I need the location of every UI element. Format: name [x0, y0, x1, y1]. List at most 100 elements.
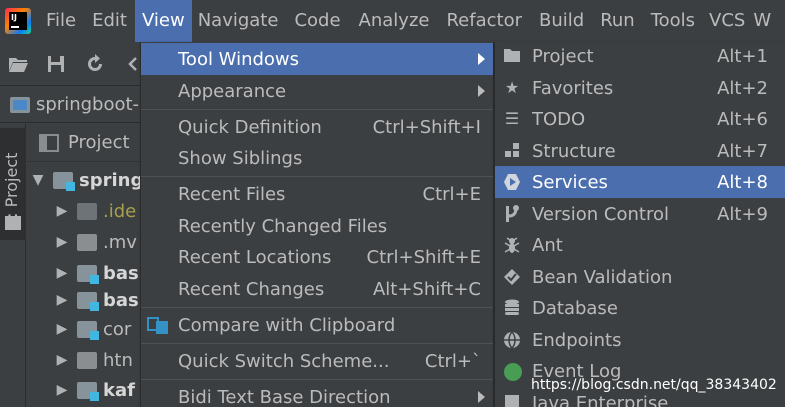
- chevron-down-icon[interactable]: ▼: [31, 172, 45, 188]
- chevron-right-icon[interactable]: ▶: [55, 234, 69, 250]
- folder-icon[interactable]: [5, 216, 21, 230]
- menu-separator: [141, 379, 493, 380]
- tool-window-version-control[interactable]: Version Control Alt+9: [495, 198, 785, 230]
- folder-icon: [77, 233, 97, 251]
- tool-window-label: Ant: [532, 234, 563, 256]
- tree-row[interactable]: ▼ spring: [31, 164, 140, 196]
- tool-window-ant[interactable]: Ant: [495, 229, 785, 261]
- chevron-right-icon[interactable]: ▶: [55, 321, 69, 337]
- chevron-right-icon[interactable]: ▶: [55, 292, 69, 308]
- tree-row[interactable]: ▶ .mv: [55, 226, 137, 258]
- star-icon: ★: [504, 78, 520, 97]
- database-icon: [503, 299, 521, 317]
- tool-window-project[interactable]: Project Alt+1: [495, 42, 785, 72]
- menu-item-shortcut: Ctrl+E: [422, 183, 481, 205]
- list-icon: ☰: [504, 109, 520, 128]
- tool-window-label: TODO: [532, 108, 586, 130]
- menu-run[interactable]: Run: [592, 0, 643, 42]
- tool-window-shortcut: Alt+2: [717, 77, 768, 99]
- tool-window-label: Database: [532, 297, 618, 319]
- folder-icon: [77, 351, 97, 369]
- tree-row[interactable]: ▶ htn: [55, 344, 133, 376]
- menu-item-shortcut: Alt+Shift+C: [372, 278, 481, 300]
- menu-file[interactable]: File: [46, 0, 84, 42]
- breadcrumb-project[interactable]: springboot-: [36, 94, 139, 115]
- menu-navigate[interactable]: Navigate: [192, 0, 285, 42]
- menu-analyze[interactable]: Analyze: [351, 0, 438, 42]
- tree-label: bas: [103, 289, 139, 311]
- menu-code[interactable]: Code: [284, 0, 350, 42]
- tool-window-label: Endpoints: [532, 329, 622, 351]
- compare-icon: [147, 315, 169, 335]
- menu-separator: [141, 176, 493, 177]
- menu-item-label: Tool Windows: [178, 48, 300, 70]
- menu-view[interactable]: View: [134, 0, 192, 42]
- menu-item-label: Appearance: [178, 80, 287, 102]
- menu-vcs[interactable]: VCS: [703, 0, 751, 42]
- tree-label: .ide: [103, 200, 137, 222]
- tool-window-structure[interactable]: Structure Alt+7: [495, 135, 785, 167]
- module-folder-icon: [77, 320, 99, 340]
- menu-item-label: Compare with Clipboard: [178, 314, 396, 336]
- module-folder-icon: [10, 96, 30, 113]
- menu-item-bidi-text-base-direction[interactable]: Bidi Text Base Direction: [141, 381, 493, 407]
- intellij-logo-icon: [5, 8, 31, 34]
- menu-item-recently-changed-files[interactable]: Recently Changed Files: [141, 210, 493, 242]
- menu-item-compare-with-clipboard[interactable]: Compare with Clipboard: [141, 309, 493, 341]
- menu-item-quick-switch-scheme[interactable]: Quick Switch Scheme... Ctrl+`: [141, 345, 493, 377]
- tool-window-bean-validation[interactable]: Bean Validation: [495, 261, 785, 293]
- tool-window-label: Favorites: [532, 77, 614, 99]
- navigation-bar: springboot-: [0, 87, 140, 123]
- menu-item-label: Quick Switch Scheme...: [178, 350, 390, 372]
- chevron-right-icon[interactable]: ▶: [55, 203, 69, 219]
- menu-item-appearance[interactable]: Appearance: [141, 75, 493, 107]
- menu-item-quick-definition[interactable]: Quick Definition Ctrl+Shift+I: [141, 111, 493, 143]
- menu-edit[interactable]: Edit: [84, 0, 135, 42]
- tree-row[interactable]: ▶ .ide: [55, 195, 137, 227]
- tool-window-label: Version Control: [532, 203, 669, 225]
- save-icon[interactable]: [45, 54, 67, 74]
- menu-item-show-siblings[interactable]: Show Siblings: [141, 142, 493, 174]
- bean-icon: [503, 268, 521, 286]
- menu-item-recent-changes[interactable]: Recent Changes Alt+Shift+C: [141, 273, 493, 305]
- tree-row[interactable]: ▶ kaf: [55, 374, 135, 406]
- chevron-right-icon[interactable]: ▶: [55, 382, 69, 398]
- menu-refactor[interactable]: Refactor: [437, 0, 531, 42]
- tool-window-shortcut: Alt+9: [717, 203, 768, 225]
- module-folder-icon: [77, 291, 99, 311]
- tool-window-favorites[interactable]: ★ Favorites Alt+2: [495, 72, 785, 104]
- chevron-right-icon[interactable]: ▶: [55, 352, 69, 368]
- project-panel-title[interactable]: Project: [68, 132, 130, 153]
- tree-row[interactable]: ▶ cor: [55, 313, 131, 345]
- menu-separator: [141, 343, 493, 344]
- vcs-icon: [503, 205, 521, 223]
- tool-window-database[interactable]: Database: [495, 292, 785, 324]
- menu-item-label: Bidi Text Base Direction: [178, 386, 391, 407]
- menu-item-label: Recently Changed Files: [178, 215, 388, 237]
- menu-item-recent-files[interactable]: Recent Files Ctrl+E: [141, 178, 493, 210]
- tool-windows-submenu: Project Alt+1 ★ Favorites Alt+2 ☰ TODO A…: [494, 42, 785, 407]
- menu-tools[interactable]: Tools: [643, 0, 703, 42]
- menu-item-tool-windows[interactable]: Tool Windows: [141, 43, 493, 75]
- tool-window-endpoints[interactable]: Endpoints: [495, 324, 785, 356]
- menu-window[interactable]: W: [751, 0, 773, 42]
- chevron-right-icon[interactable]: ▶: [55, 265, 69, 281]
- menu-separator: [141, 109, 493, 110]
- services-icon: [503, 173, 521, 191]
- view-menu-dropdown: Tool Windows Appearance Quick Definition…: [140, 42, 494, 407]
- back-arrow-icon[interactable]: [126, 54, 140, 74]
- tool-window-todo[interactable]: ☰ TODO Alt+6: [495, 103, 785, 135]
- sync-icon[interactable]: [84, 54, 106, 74]
- tool-window-services[interactable]: Services Alt+8: [495, 166, 785, 198]
- globe-icon: [503, 331, 521, 349]
- tool-window-shortcut: Alt+1: [717, 45, 768, 67]
- tree-label: htn: [103, 349, 133, 371]
- ant-icon: [503, 236, 521, 254]
- tree-row[interactable]: ▶ bas: [55, 284, 139, 316]
- main-toolbar: [0, 42, 140, 86]
- menu-item-recent-locations[interactable]: Recent Locations Ctrl+Shift+E: [141, 241, 493, 273]
- menu-build[interactable]: Build: [531, 0, 592, 42]
- tool-window-label: Bean Validation: [532, 266, 673, 288]
- open-folder-icon[interactable]: [7, 54, 29, 74]
- project-tree: ▼ spring ▶ .ide ▶ .mv ▶ bas ▶ bas ▶ cor …: [27, 163, 140, 407]
